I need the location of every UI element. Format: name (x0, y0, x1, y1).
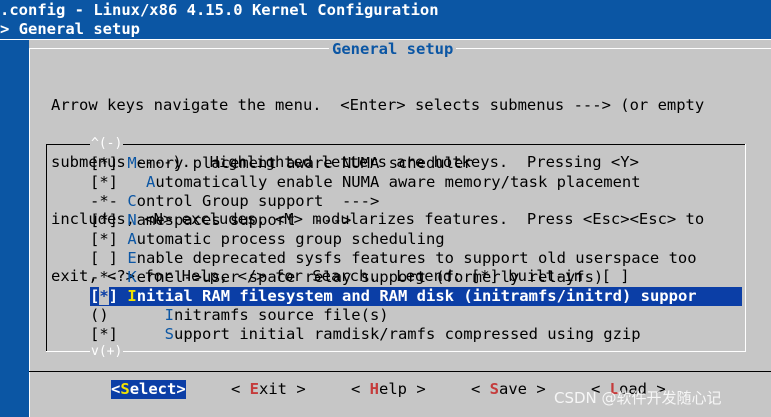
menu-item-control-group[interactable]: -*- Control Group support ---> (46, 192, 746, 211)
item-label: amespaces support ---> (136, 211, 352, 229)
help-line: Arrow keys navigate the menu. <Enter> se… (51, 96, 705, 114)
item-prefix: ] (108, 287, 128, 305)
watermark-text: CSDN @软件开发随心记 (554, 389, 722, 407)
item-prefix: [ ] (90, 249, 128, 267)
item-label: ontrol Group support ---> (136, 192, 380, 210)
item-prefix: [*] (90, 325, 165, 343)
item-prefix: [*] (90, 230, 128, 248)
scroll-up-indicator[interactable]: ^(-) (90, 137, 124, 151)
menu-item-numa-scheduler[interactable]: [*] Memory placement aware NUMA schedule… (46, 154, 746, 173)
item-label: ernel->user space relay support (formerl… (136, 268, 604, 286)
menu-border-top (46, 144, 746, 145)
help-button[interactable]: < Help > (351, 380, 426, 399)
item-prefix: [*] (90, 211, 128, 229)
dialog-left-border (29, 48, 30, 417)
item-prefix: [*] (90, 154, 128, 172)
menu-item-initramfs-source[interactable]: () Initramfs source file(s) (46, 306, 746, 325)
button-label: elect> (129, 380, 186, 398)
button-hotkey: S (489, 380, 500, 398)
item-hotkey: E (127, 249, 137, 267)
button-label: xit > (259, 380, 306, 398)
item-prefix: () (90, 306, 165, 324)
button-separator (29, 371, 771, 372)
button-label: ave > (499, 380, 546, 398)
window-title: .config - Linux/x86 4.15.0 Kernel Config… (0, 1, 439, 19)
button-bracket: < (231, 380, 250, 398)
item-hotkey: A (127, 230, 137, 248)
breadcrumb: > General setup (0, 20, 140, 38)
item-hotkey: N (127, 211, 137, 229)
button-hotkey: H (369, 380, 380, 398)
button-label: elp > (379, 380, 426, 398)
button-bracket: < (351, 380, 370, 398)
item-label: emory placement aware NUMA scheduler (136, 154, 473, 172)
menu-item-numa-auto[interactable]: [*] Automatically enable NUMA aware memo… (46, 173, 746, 192)
save-button[interactable]: < Save > (471, 380, 546, 399)
item-label: upport initial ramdisk/ramfs compressed … (174, 325, 641, 343)
item-hotkey: S (164, 325, 174, 343)
item-hotkey: I (164, 306, 174, 324)
item-hotkey: I (127, 287, 137, 305)
item-prefix: -*- (90, 192, 128, 210)
select-button[interactable]: <Select> (111, 380, 186, 399)
menu-item-gzip[interactable]: [*] Support initial ramdisk/ramfs compre… (46, 325, 746, 344)
menu-item-sysfs-deprecated[interactable]: [ ] Enable deprecated sysfs features to … (46, 249, 746, 268)
item-label: nitramfs source file(s) (174, 306, 389, 324)
item-hotkey: M (127, 154, 137, 172)
text-cursor: * (99, 287, 109, 305)
item-label: utomatically enable NUMA aware memory/ta… (155, 173, 641, 191)
item-hotkey: C (127, 192, 137, 210)
item-label: nable deprecated sysfs features to suppo… (136, 249, 697, 267)
button-bracket: < (111, 380, 121, 398)
dialog-title: General setup (329, 40, 457, 59)
scroll-down-indicator[interactable]: v(+) (90, 345, 124, 359)
item-label: utomatic process group scheduling (136, 230, 445, 248)
button-hotkey: E (249, 380, 260, 398)
button-bracket: < (471, 380, 490, 398)
item-hotkey: A (146, 173, 156, 191)
item-label: nitial RAM filesystem and RAM disk (init… (136, 287, 697, 305)
menu-item-namespaces[interactable]: [*] Namespaces support ---> (46, 211, 746, 230)
menu-item-autogroup[interactable]: [*] Automatic process group scheduling (46, 230, 746, 249)
menu-item-initramfs-selected[interactable]: [*] Initial RAM filesystem and RAM disk … (46, 287, 746, 306)
menu-item-relay[interactable]: -*- Kernel->user space relay support (fo… (46, 268, 746, 287)
item-prefix: [*] (90, 173, 146, 191)
menu-border-bottom (46, 351, 746, 352)
exit-button[interactable]: < Exit > (231, 380, 306, 399)
menu-dialog: General setup Arrow keys navigate the me… (29, 40, 771, 417)
item-prefix: -*- (90, 268, 128, 286)
item-prefix: [ (90, 287, 100, 305)
button-hotkey: S (120, 380, 130, 398)
item-hotkey: K (127, 268, 137, 286)
menu-list: ^(-) [*] Memory placement aware NUMA sch… (46, 137, 746, 359)
